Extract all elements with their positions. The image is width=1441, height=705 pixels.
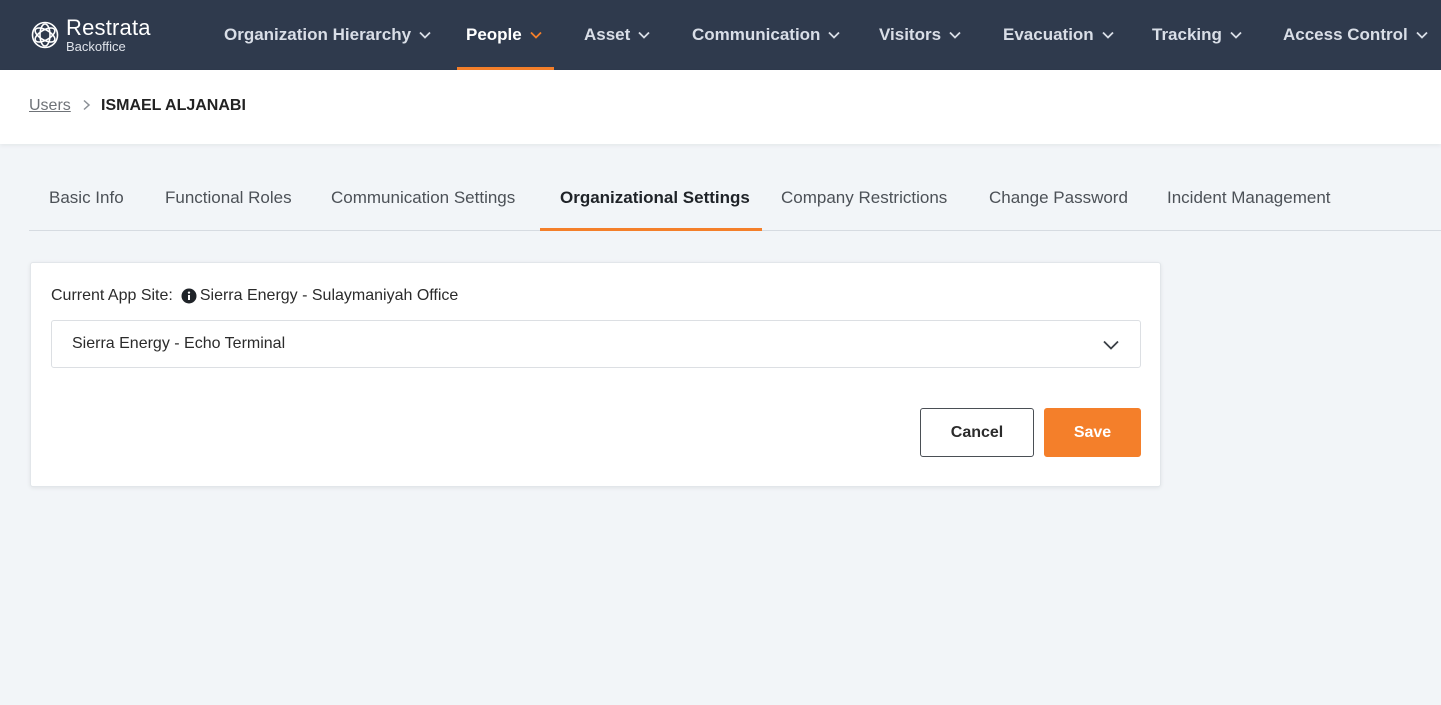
breadcrumb-users-link[interactable]: Users bbox=[29, 97, 71, 115]
chevron-down-icon bbox=[1102, 31, 1114, 39]
tab-organizational-settings[interactable]: Organizational Settings bbox=[560, 166, 750, 230]
nav-item-organization-hierarchy[interactable]: Organization Hierarchy bbox=[224, 0, 431, 70]
chevron-down-icon bbox=[638, 31, 650, 39]
current-app-site-value: Sierra Energy - Sulaymaniyah Office bbox=[199, 287, 459, 304]
chevron-down-icon bbox=[1103, 340, 1119, 350]
nav-item-label: Evacuation bbox=[1003, 25, 1094, 44]
nav-item-label: Visitors bbox=[879, 25, 942, 44]
nav-item-asset[interactable]: Asset bbox=[584, 0, 650, 70]
brand-subtitle: Backoffice bbox=[66, 39, 126, 54]
chevron-down-icon bbox=[530, 31, 542, 39]
current-app-site: Current App Site: Sierra Energy - Sulaym… bbox=[51, 287, 458, 305]
cancel-button[interactable]: Cancel bbox=[920, 408, 1034, 457]
app-site-select[interactable]: Sierra Energy - Echo Terminal bbox=[51, 320, 1141, 368]
chevron-down-icon bbox=[828, 31, 841, 39]
app-site-select-value: Sierra Energy - Echo Terminal bbox=[72, 335, 286, 352]
tab-change-password[interactable]: Change Password bbox=[989, 166, 1128, 230]
nav-item-communication[interactable]: Communication bbox=[692, 0, 841, 70]
tab-basic-info[interactable]: Basic Info bbox=[49, 166, 124, 230]
current-app-site-label: Current App Site: bbox=[51, 287, 173, 304]
nav-item-label: Organization Hierarchy bbox=[224, 25, 412, 44]
top-navigation: Restrata Backoffice Organization Hierarc… bbox=[0, 0, 1441, 70]
brand-name: Restrata bbox=[66, 15, 151, 40]
nav-item-visitors[interactable]: Visitors bbox=[879, 0, 961, 70]
chevron-down-icon bbox=[949, 31, 961, 39]
chevron-right-icon bbox=[83, 99, 91, 111]
breadcrumb: Users ISMAEL ALJANABI bbox=[0, 70, 1441, 144]
tab-company-restrictions[interactable]: Company Restrictions bbox=[781, 166, 947, 230]
nav-item-label: People bbox=[466, 25, 522, 44]
save-button[interactable]: Save bbox=[1044, 408, 1141, 457]
chevron-down-icon bbox=[1416, 31, 1428, 39]
settings-tabs: Basic Info Functional Roles Communicatio… bbox=[29, 166, 1441, 231]
nav-item-access-control[interactable]: Access Control bbox=[1283, 0, 1428, 70]
tab-incident-management[interactable]: Incident Management bbox=[1167, 166, 1331, 230]
brand-logo[interactable]: Restrata Backoffice bbox=[30, 14, 151, 56]
chevron-down-icon bbox=[419, 31, 431, 39]
chevron-down-icon bbox=[1230, 31, 1242, 39]
nav-item-label: Asset bbox=[584, 25, 631, 44]
nav-item-tracking[interactable]: Tracking bbox=[1152, 0, 1242, 70]
restrata-logo-icon bbox=[31, 21, 59, 49]
organizational-settings-card: Current App Site: Sierra Energy - Sulaym… bbox=[30, 262, 1161, 487]
tab-communication-settings[interactable]: Communication Settings bbox=[331, 166, 515, 230]
nav-item-label: Tracking bbox=[1152, 25, 1222, 44]
breadcrumb-current-user: ISMAEL ALJANABI bbox=[101, 97, 246, 114]
nav-item-label: Access Control bbox=[1283, 25, 1408, 44]
nav-item-label: Communication bbox=[692, 25, 821, 44]
nav-item-evacuation[interactable]: Evacuation bbox=[1003, 0, 1114, 70]
tab-functional-roles[interactable]: Functional Roles bbox=[165, 166, 292, 230]
nav-item-people[interactable]: People bbox=[466, 0, 542, 70]
tab-active-indicator bbox=[540, 228, 762, 231]
info-circle-icon[interactable] bbox=[181, 288, 197, 304]
